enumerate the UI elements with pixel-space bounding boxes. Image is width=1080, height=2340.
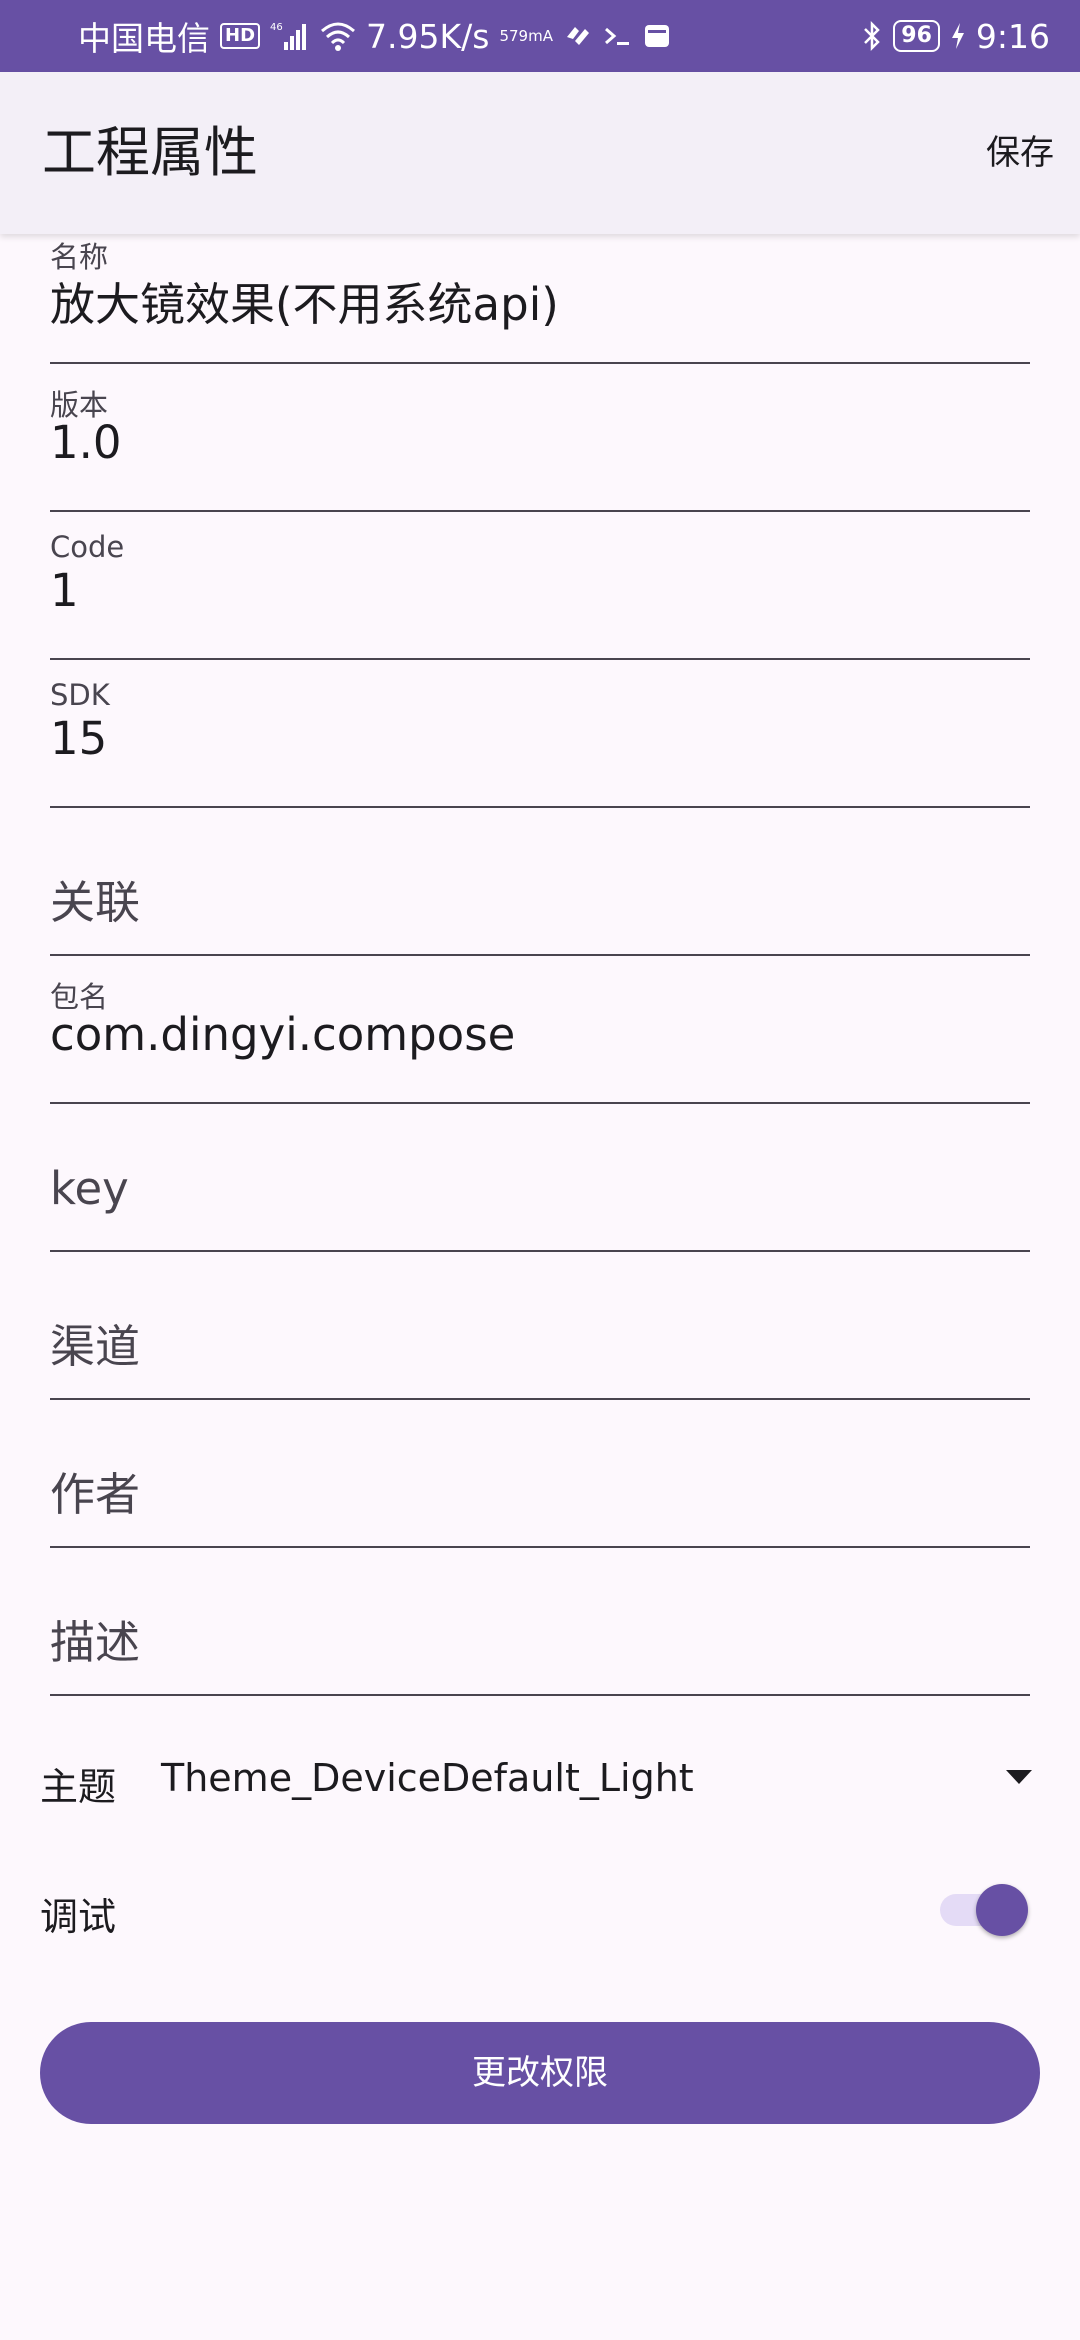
terminal-icon [603, 23, 633, 49]
package-field-value[interactable]: com.dingyi.compose [50, 1008, 515, 1061]
app-notification-icon [563, 23, 593, 49]
charging-icon [950, 21, 966, 51]
sdk-field[interactable]: SDK 15 [50, 660, 1030, 808]
association-field[interactable]: 关联 [50, 808, 1030, 956]
version-field-value[interactable]: 1.0 [50, 416, 122, 469]
sdk-field-label: SDK [50, 678, 110, 712]
code-field-value[interactable]: 1 [50, 564, 79, 617]
dropdown-arrow-icon[interactable] [1006, 1770, 1032, 1784]
key-field[interactable]: key [50, 1104, 1030, 1252]
wifi-icon [320, 21, 356, 51]
name-field-value[interactable]: 放大镜效果(不用系统api) [50, 268, 559, 333]
version-field[interactable]: 版本 1.0 [50, 364, 1030, 512]
network-speed: 7.95K/s [366, 16, 490, 56]
network-type-label: 46 [270, 22, 283, 33]
sdk-field-value[interactable]: 15 [50, 712, 107, 765]
name-field[interactable]: 名称 放大镜效果(不用系统api) [50, 216, 1030, 364]
current-value: 579 [499, 27, 529, 45]
description-field-placeholder: 描述 [50, 1616, 141, 1669]
status-bar: 中国电信 HD 46 7.95K/s 579 mA 96 9:16 [0, 0, 1080, 72]
battery-icon: 96 [893, 20, 940, 52]
theme-label: 主题 [40, 1765, 117, 1809]
author-field-placeholder: 作者 [50, 1468, 141, 1521]
app-bar: 工程属性 保存 [0, 72, 1080, 234]
status-bar-left: 中国电信 HD 46 7.95K/s 579 mA [78, 0, 671, 72]
status-bar-right: 96 9:16 [861, 0, 1050, 72]
signal-icon: 46 [270, 20, 310, 52]
debug-label: 调试 [40, 1895, 117, 1939]
author-field[interactable]: 作者 [50, 1400, 1030, 1548]
current-unit: mA [528, 27, 553, 45]
key-field-placeholder: key [50, 1162, 129, 1215]
carrier-name: 中国电信 [78, 19, 210, 58]
channel-field-placeholder: 渠道 [50, 1320, 141, 1373]
huawei-icon [643, 22, 671, 50]
channel-field[interactable]: 渠道 [50, 1252, 1030, 1400]
theme-selector[interactable]: 主题 Theme_DeviceDefault_Light [40, 1740, 1040, 1820]
save-button[interactable]: 保存 [986, 72, 1054, 234]
bluetooth-icon [861, 20, 883, 52]
hd-icon: HD [220, 23, 261, 49]
code-field[interactable]: Code 1 [50, 512, 1030, 660]
theme-selected-value[interactable]: Theme_DeviceDefault_Light [161, 1756, 694, 1800]
page-title: 工程属性 [42, 121, 258, 184]
change-permissions-button[interactable]: 更改权限 [40, 2022, 1040, 2124]
package-field[interactable]: 包名 com.dingyi.compose [50, 956, 1030, 1104]
association-field-placeholder: 关联 [50, 876, 141, 929]
debug-toggle[interactable] [940, 1884, 1028, 1936]
current-indicator: 579 mA [499, 28, 553, 44]
description-field[interactable]: 描述 [50, 1548, 1030, 1696]
clock: 9:16 [975, 16, 1050, 56]
code-field-label: Code [50, 530, 125, 564]
debug-row: 调试 [40, 1868, 1040, 1948]
field-underline [50, 1694, 1030, 1696]
toggle-thumb [976, 1884, 1028, 1936]
